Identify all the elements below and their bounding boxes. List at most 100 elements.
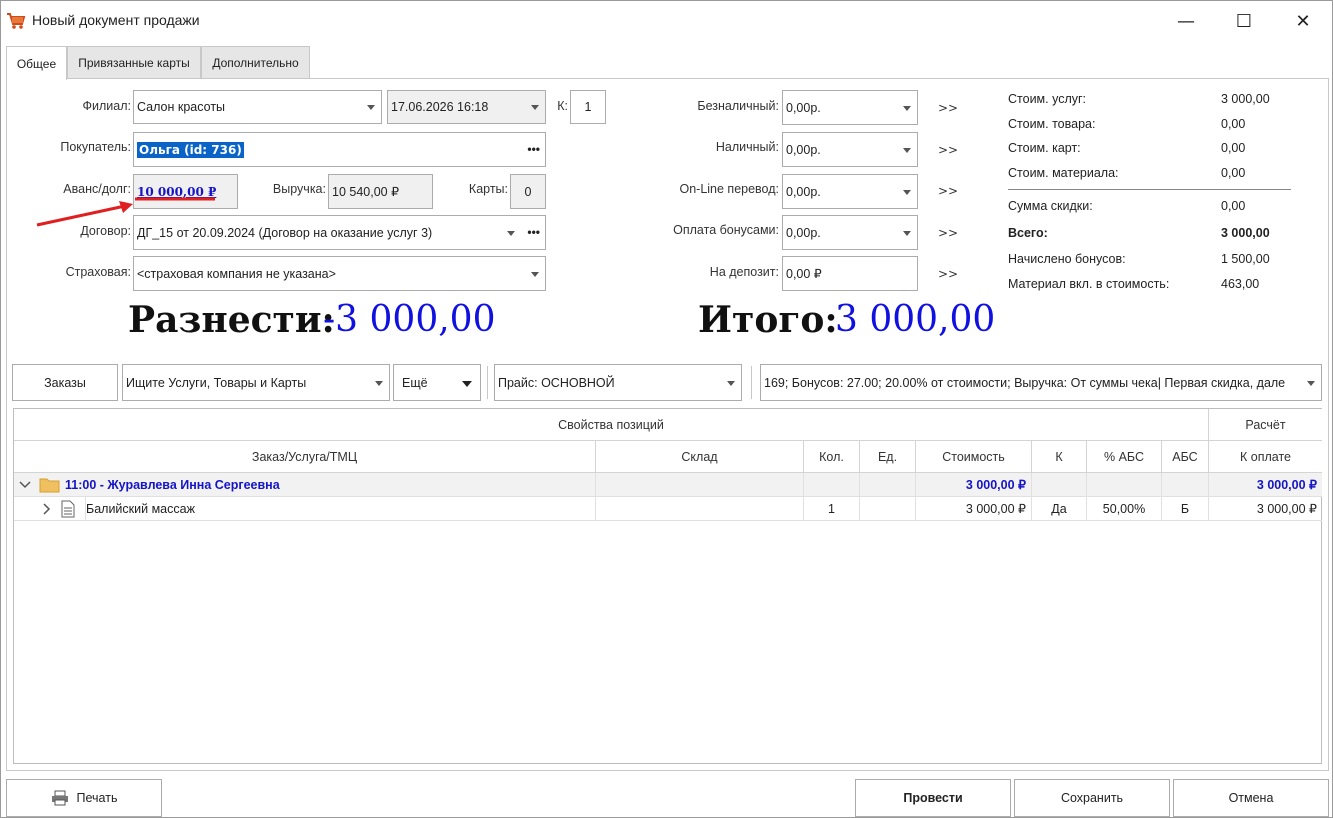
minimize-button[interactable]: — bbox=[1157, 1, 1215, 41]
col-header-item[interactable]: Заказ/Услуга/ТМЦ bbox=[14, 441, 596, 473]
discount-select[interactable]: 169; Бонусов: 27.00; 20.00% от стоимости… bbox=[760, 364, 1322, 401]
payment-cash-go[interactable]: >> bbox=[938, 143, 958, 157]
payment-online-label: On-Line перевод: bbox=[679, 182, 779, 196]
item-cost[interactable]: 3 000,00 ₽ bbox=[916, 497, 1032, 521]
insurance-select[interactable]: <страховая компания не указана> bbox=[133, 256, 546, 291]
chevron-down-icon bbox=[375, 380, 383, 386]
group-header-calc: Расчёт bbox=[1209, 409, 1322, 441]
group-row[interactable]: 11:00 - Журавлева Инна Сергеевна bbox=[14, 473, 596, 497]
summary-bonus-label: Начислено бонусов: bbox=[1008, 252, 1126, 266]
item-abs-pct[interactable]: 50,00% bbox=[1087, 497, 1162, 521]
item-name: Балийский массаж bbox=[86, 501, 195, 516]
summary-material-value: 0,00 bbox=[1221, 166, 1246, 180]
payment-online-value: 0,00р. bbox=[786, 184, 821, 199]
item-unit[interactable] bbox=[860, 497, 916, 521]
tab-additional[interactable]: Дополнительно bbox=[201, 46, 310, 79]
payment-bonus-go[interactable]: >> bbox=[938, 226, 958, 240]
revenue-field: 10 540,00 ₽ bbox=[328, 174, 433, 209]
distribute-label: Разнести: bbox=[128, 299, 335, 341]
chevron-down-icon[interactable] bbox=[19, 479, 31, 491]
summary-material-included-value: 463,00 bbox=[1221, 277, 1260, 291]
chevron-down-icon bbox=[1307, 380, 1315, 386]
save-button[interactable]: Сохранить bbox=[1014, 779, 1170, 817]
price-select[interactable]: Прайс: ОСНОВНОЙ bbox=[494, 364, 742, 401]
item-qty[interactable]: 1 bbox=[804, 497, 860, 521]
payment-online-field[interactable]: 0,00р. bbox=[782, 174, 918, 209]
group-title: 11:00 - Журавлева Инна Сергеевна bbox=[65, 477, 280, 492]
chevron-down-icon bbox=[727, 380, 735, 386]
search-input[interactable]: Ищите Услуги, Товары и Карты bbox=[122, 364, 390, 401]
close-icon: ✕ bbox=[1295, 10, 1311, 32]
chevron-down-icon bbox=[903, 189, 911, 195]
payment-cashless-go[interactable]: >> bbox=[938, 101, 958, 115]
contract-select[interactable]: ДГ_15 от 20.09.2024 (Договор на оказание… bbox=[133, 215, 546, 250]
post-button[interactable]: Провести bbox=[855, 779, 1011, 817]
buyer-field[interactable]: Ольга (id: 736) ••• bbox=[133, 132, 546, 167]
insurance-label: Страховая: bbox=[65, 265, 131, 279]
close-button[interactable]: ✕ bbox=[1274, 1, 1332, 41]
summary-total-value: 3 000,00 bbox=[1221, 226, 1270, 240]
cell-divider bbox=[85, 497, 86, 520]
buyer-value: Ольга (id: 736) bbox=[137, 141, 244, 158]
toolbar-separator bbox=[487, 366, 488, 399]
chevron-down-icon bbox=[531, 271, 539, 277]
item-warehouse[interactable] bbox=[596, 497, 804, 521]
cancel-button[interactable]: Отмена bbox=[1173, 779, 1329, 817]
chevron-down-icon bbox=[367, 105, 375, 110]
more-icon[interactable]: ••• bbox=[527, 143, 540, 155]
col-header-cost[interactable]: Стоимость bbox=[916, 441, 1032, 473]
col-header-k[interactable]: К bbox=[1032, 441, 1087, 473]
orders-button[interactable]: Заказы bbox=[12, 364, 118, 401]
folder-icon bbox=[39, 478, 60, 492]
col-header-to-pay[interactable]: К оплате bbox=[1209, 441, 1322, 473]
payment-deposit-field[interactable]: 0,00 ₽ bbox=[782, 256, 918, 291]
buyer-label: Покупатель: bbox=[60, 140, 131, 154]
payment-cash-field[interactable]: 0,00р. bbox=[782, 132, 918, 167]
tab-general[interactable]: Общее bbox=[6, 46, 67, 80]
payment-bonus-field[interactable]: 0,00р. bbox=[782, 215, 918, 250]
maximize-icon: ☐ bbox=[1235, 10, 1253, 32]
col-header-qty[interactable]: Кол. bbox=[804, 441, 860, 473]
contract-label: Договор: bbox=[80, 224, 131, 238]
payment-cash-value: 0,00р. bbox=[786, 142, 821, 157]
payment-cashless-label: Безналичный: bbox=[697, 99, 779, 113]
payment-bonus-label: Оплата бонусами: bbox=[673, 223, 779, 237]
more-dropdown[interactable]: Ещё bbox=[393, 364, 481, 401]
summary-discount-value: 0,00 bbox=[1221, 199, 1246, 213]
summary-divider bbox=[1008, 189, 1291, 190]
item-to-pay[interactable]: 3 000,00 ₽ bbox=[1209, 497, 1322, 521]
group-cell bbox=[1032, 473, 1087, 497]
table-row[interactable]: Балийский массаж bbox=[14, 497, 596, 521]
branch-label: Филиал: bbox=[82, 99, 131, 113]
tab-linked-cards[interactable]: Привязанные карты bbox=[67, 46, 201, 79]
summary-goods-value: 0,00 bbox=[1221, 117, 1246, 131]
summary-material-included-label: Материал вкл. в стоимость: bbox=[1008, 277, 1170, 291]
col-header-warehouse[interactable]: Склад bbox=[596, 441, 804, 473]
group-cell bbox=[804, 473, 860, 497]
cart-icon bbox=[7, 13, 26, 29]
date-field[interactable]: 17.06.2026 16:18 bbox=[387, 90, 546, 124]
col-header-unit[interactable]: Ед. bbox=[860, 441, 916, 473]
col-header-abs[interactable]: АБС bbox=[1162, 441, 1209, 473]
distribute-value: -3 000,00 bbox=[323, 299, 496, 340]
caret-down-icon bbox=[462, 381, 472, 387]
payment-online-go[interactable]: >> bbox=[938, 184, 958, 198]
k-field[interactable]: 1 bbox=[570, 90, 606, 124]
print-button[interactable]: Печать bbox=[6, 779, 162, 817]
summary-bonus-value: 1 500,00 bbox=[1221, 252, 1270, 266]
k-label: К: bbox=[557, 99, 568, 113]
payment-cashless-field[interactable]: 0,00р. bbox=[782, 90, 918, 125]
printer-icon bbox=[51, 790, 68, 806]
summary-services-label: Стоим. услуг: bbox=[1008, 92, 1087, 106]
maximize-button[interactable]: ☐ bbox=[1215, 1, 1273, 41]
item-abs[interactable]: Б bbox=[1162, 497, 1209, 521]
group-to-pay: 3 000,00 ₽ bbox=[1209, 473, 1322, 497]
item-k[interactable]: Да bbox=[1032, 497, 1087, 521]
chevron-down-icon bbox=[903, 147, 911, 153]
document-icon bbox=[61, 500, 75, 517]
payment-deposit-go[interactable]: >> bbox=[938, 267, 958, 281]
branch-select[interactable]: Салон красоты bbox=[133, 90, 382, 124]
col-header-abs-pct[interactable]: % АБС bbox=[1087, 441, 1162, 473]
chevron-right-icon[interactable] bbox=[42, 502, 52, 515]
more-icon[interactable]: ••• bbox=[527, 226, 540, 238]
